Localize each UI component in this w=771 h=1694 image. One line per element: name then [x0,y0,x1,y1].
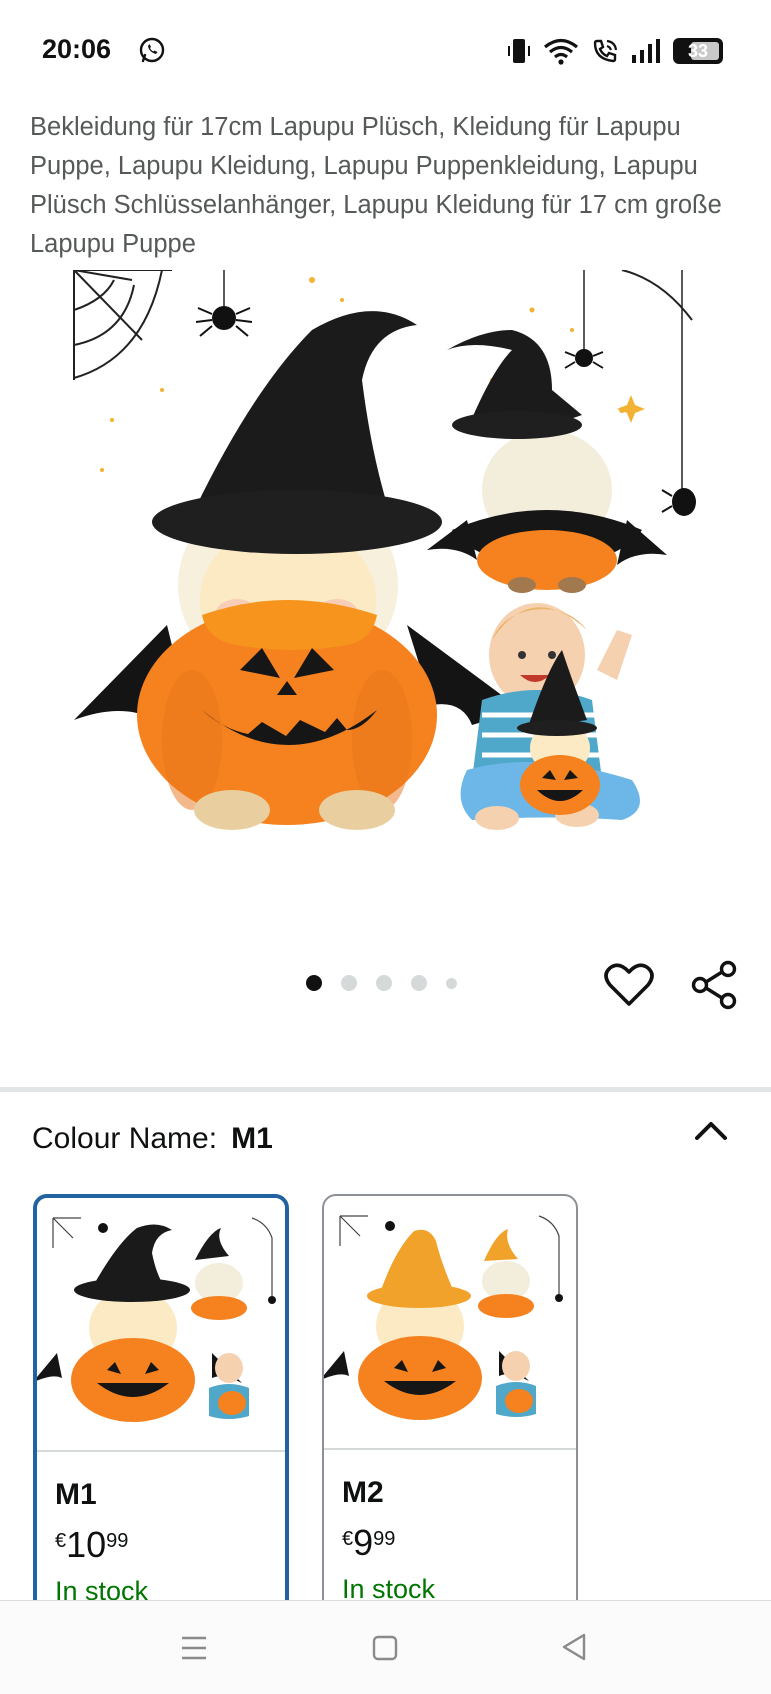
section-divider [0,1087,771,1092]
price-fraction: 99 [106,1530,129,1552]
cobweb-decoration [73,270,172,380]
status-icons: 33 [507,36,723,66]
variant-name: M2 [342,1476,384,1509]
pager-dot[interactable] [411,975,427,991]
wifi-icon [543,38,579,65]
wifi-call-icon [593,39,618,63]
colour-name-value: M1 [231,1122,273,1155]
variant-card-m1[interactable]: M1 €1099 In stock [33,1194,289,1614]
battery-level: 33 [687,40,709,61]
price-currency: € [342,1528,354,1550]
variant-thumbnail [37,1198,285,1452]
heart-icon[interactable] [604,962,654,1008]
doll-back-view [427,330,667,593]
chevron-up-icon[interactable] [692,1116,730,1146]
variant-thumbnail [324,1196,576,1450]
price-whole: 9 [353,1522,374,1563]
hat-shape [484,1229,518,1261]
baby-photo [460,603,640,830]
product-title: Bekleidung für 17cm Lapupu Plüsch, Kleid… [30,113,722,258]
status-time: 20:06 [42,34,112,64]
menu-icon[interactable] [180,1635,208,1661]
pager-dot[interactable] [306,975,322,991]
home-icon[interactable] [372,1635,398,1661]
price-fraction: 99 [373,1528,396,1550]
colour-name-label: Colour Name: [32,1122,218,1155]
variant-card-m2[interactable]: M2 €999 In stock [322,1194,578,1614]
variant-name: M1 [55,1478,97,1511]
variant-price: €1099 [55,1524,128,1566]
hat-brim [367,1284,471,1308]
vibrate-icon [508,39,530,63]
back-icon[interactable] [560,1632,588,1662]
hat-brim [74,1278,190,1302]
whatsapp-icon [139,37,165,63]
price-currency: € [55,1530,67,1552]
product-image-main[interactable] [72,270,697,880]
share-icon[interactable] [690,960,738,1010]
pager-dot[interactable] [341,975,357,991]
image-pager[interactable] [306,975,457,991]
main-doll [74,311,542,830]
signal-icon [632,39,660,63]
colour-name-row: Colour Name: M1 [32,1122,273,1156]
hat-shape [195,1228,229,1260]
system-nav-bar [0,1600,771,1694]
status-bar: 20:06 33 [0,0,771,100]
battery-icon: 33 [673,38,723,64]
variant-price: €999 [342,1522,395,1564]
price-whole: 10 [66,1524,107,1565]
pager-dot[interactable] [446,977,457,989]
pager-dot[interactable] [376,975,392,991]
